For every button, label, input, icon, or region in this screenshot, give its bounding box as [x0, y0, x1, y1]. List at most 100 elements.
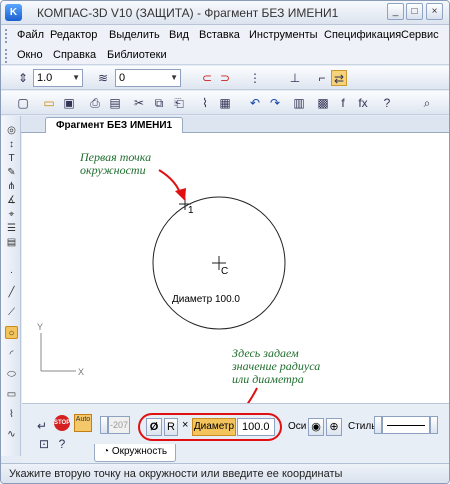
- coordinate-field[interactable]: -207: [108, 416, 130, 434]
- style-splitter-right[interactable]: [430, 416, 438, 434]
- menu-file[interactable]: Файл: [17, 29, 44, 41]
- menu-bar: Файл Редактор Выделить Вид Вставка Инстр…: [1, 25, 449, 65]
- point-tool-icon[interactable]: ·: [5, 266, 18, 279]
- style-splitter-left[interactable]: [374, 416, 382, 434]
- annotation-value-line3: или диаметра: [232, 372, 304, 386]
- calculator-icon[interactable]: ▩: [315, 95, 331, 111]
- circle-tab-icon: ◔: [103, 446, 112, 457]
- rectangle-tool-icon[interactable]: ▭: [5, 388, 18, 401]
- line-style-preview: [387, 425, 425, 426]
- with-axes-icon[interactable]: ⊕: [326, 418, 342, 436]
- diameter-label: Диаметр: [192, 418, 236, 436]
- ellipse-tool-icon[interactable]: ⬭: [5, 368, 18, 381]
- menu-libraries[interactable]: Библиотеки: [107, 49, 167, 61]
- tab-circle[interactable]: ◔ Окружность: [94, 444, 177, 462]
- copy-icon[interactable]: ⧉: [151, 95, 167, 111]
- undo-icon[interactable]: ↶: [247, 95, 263, 111]
- menu-view[interactable]: Вид: [169, 29, 189, 41]
- open-folder-icon[interactable]: ▭: [41, 95, 57, 111]
- reports-panel-icon[interactable]: ▤: [5, 236, 18, 249]
- diameter-input[interactable]: 100.0: [237, 418, 275, 436]
- print-icon[interactable]: ⎙: [87, 95, 103, 111]
- menu-specification[interactable]: Спецификация: [324, 29, 401, 41]
- editing-panel-icon[interactable]: ✎: [5, 166, 18, 179]
- chevron-down-icon: ▼: [72, 73, 80, 82]
- annotation-first-point-line2: окружности: [80, 163, 146, 177]
- geometry-panel-icon[interactable]: ◎: [5, 124, 18, 137]
- local-snap-icon[interactable]: ⊃: [217, 70, 233, 86]
- no-axes-icon[interactable]: ◉: [308, 418, 324, 436]
- stop-button[interactable]: STOP: [54, 415, 70, 431]
- zoom-icon[interactable]: ⌕: [419, 95, 435, 111]
- variables-icon[interactable]: f: [335, 95, 351, 111]
- selection-panel-icon[interactable]: ⌖: [5, 208, 18, 221]
- polyline-tool-icon[interactable]: ⌇: [5, 408, 18, 421]
- paste-icon[interactable]: ⎗: [171, 95, 187, 111]
- diameter-dimension-label: Диаметр 100.0: [172, 294, 240, 305]
- style-select[interactable]: [382, 416, 430, 434]
- drawing-canvas[interactable]: Y X 1 C Диаметр 100.0 Первая точка окруж…: [22, 133, 449, 410]
- radius-button[interactable]: R: [164, 418, 178, 436]
- menu-window[interactable]: Окно: [17, 49, 43, 61]
- spec-panel-icon[interactable]: ☰: [5, 222, 18, 235]
- center-label: C: [221, 266, 228, 277]
- formula-fx-icon[interactable]: fx: [355, 95, 371, 111]
- style-label: Стиль: [348, 421, 377, 432]
- tab-fragment[interactable]: Фрагмент БЕЗ ИМЕНИ1: [45, 117, 184, 133]
- circle-tab-label: Окружность: [111, 446, 168, 457]
- title-bar: K КОМПАС-3D V10 (ЗАЩИТА) - Фрагмент БЕЗ …: [1, 1, 449, 25]
- manager-icon[interactable]: ▥: [291, 95, 307, 111]
- format-painter-icon[interactable]: ⌇: [197, 95, 213, 111]
- save-icon[interactable]: ▣: [61, 95, 77, 111]
- auxiliary-line-icon[interactable]: ╱: [5, 286, 18, 299]
- cut-icon[interactable]: ✂: [131, 95, 147, 111]
- spline-tool-icon[interactable]: ∿: [5, 428, 18, 441]
- annotation-arrow-bottom: [243, 387, 258, 410]
- auto-create-button[interactable]: Auto: [74, 414, 92, 432]
- menu-help[interactable]: Справка: [53, 49, 96, 61]
- parametric-mode-icon[interactable]: ⇄: [331, 70, 347, 86]
- local-cs-icon[interactable]: ⊥: [287, 70, 303, 86]
- menu-select[interactable]: Выделить: [109, 29, 160, 41]
- menu-insert[interactable]: Вставка: [199, 29, 240, 41]
- scale-icon: ⇕: [17, 71, 29, 85]
- redo-icon[interactable]: ↷: [267, 95, 283, 111]
- dimensions-panel-icon[interactable]: ↕: [5, 138, 18, 151]
- new-document-icon[interactable]: ▢: [15, 95, 31, 111]
- segment-tool-icon[interactable]: ⟋: [5, 306, 18, 319]
- x-axis-label: X: [78, 367, 84, 377]
- diameter-symbol-button[interactable]: Ø: [146, 418, 162, 436]
- application-window: K КОМПАС-3D V10 (ЗАЩИТА) - Фрагмент БЕЗ …: [0, 0, 450, 484]
- maximize-button[interactable]: □: [406, 3, 423, 20]
- close-button[interactable]: ×: [426, 3, 443, 20]
- help-pointer-icon[interactable]: ?: [379, 95, 395, 111]
- snap-magnet-icon[interactable]: ⊂: [199, 70, 215, 86]
- layers-icon[interactable]: ≋: [95, 70, 111, 86]
- enter-arrow-icon[interactable]: ↵: [34, 418, 50, 434]
- menu-grip-icon: [5, 49, 8, 63]
- document-tabs: Фрагмент БЕЗ ИМЕНИ1: [21, 116, 449, 133]
- clear-x-icon[interactable]: ×: [182, 419, 188, 431]
- measure-panel-icon[interactable]: ∡: [5, 194, 18, 207]
- layer-value: 0: [119, 72, 126, 84]
- grid-icon[interactable]: ⋮: [247, 70, 263, 86]
- parametrization-panel-icon[interactable]: ⋔: [5, 180, 18, 193]
- help-icon[interactable]: ?: [54, 436, 70, 452]
- print-preview-icon[interactable]: ▤: [107, 95, 123, 111]
- designations-panel-icon[interactable]: T: [5, 152, 18, 165]
- menu-tools[interactable]: Инструменты: [249, 29, 318, 41]
- lock-icon[interactable]: ⊡: [36, 436, 52, 452]
- arc-tool-icon[interactable]: ◜: [5, 348, 18, 361]
- scale-select[interactable]: 1.0 ▼: [33, 69, 83, 87]
- menu-edit[interactable]: Редактор: [50, 29, 97, 41]
- standard-toolbar: ▢ ▭ ▣ ⎙ ▤ ✂ ⧉ ⎗ ⌇ ▦ ↶ ↷ ▥ ▩ f fx ? ⌕: [1, 91, 449, 115]
- circle-tool-icon[interactable]: ○: [5, 326, 18, 339]
- properties-icon[interactable]: ▦: [217, 95, 233, 111]
- ortho-icon[interactable]: ⌐: [314, 70, 330, 86]
- panel-splitter[interactable]: [100, 416, 108, 434]
- menu-grip-icon: [5, 29, 8, 43]
- current-state-toolbar: ⇕ 1.0 ▼ ≋ 0 ▼ ⊂ ⊃ ⋮ ⊥ ⌐ ⇄: [1, 66, 449, 90]
- layer-select[interactable]: 0 ▼: [115, 69, 181, 87]
- menu-service[interactable]: Сервис: [401, 29, 439, 41]
- minimize-button[interactable]: _: [387, 3, 404, 20]
